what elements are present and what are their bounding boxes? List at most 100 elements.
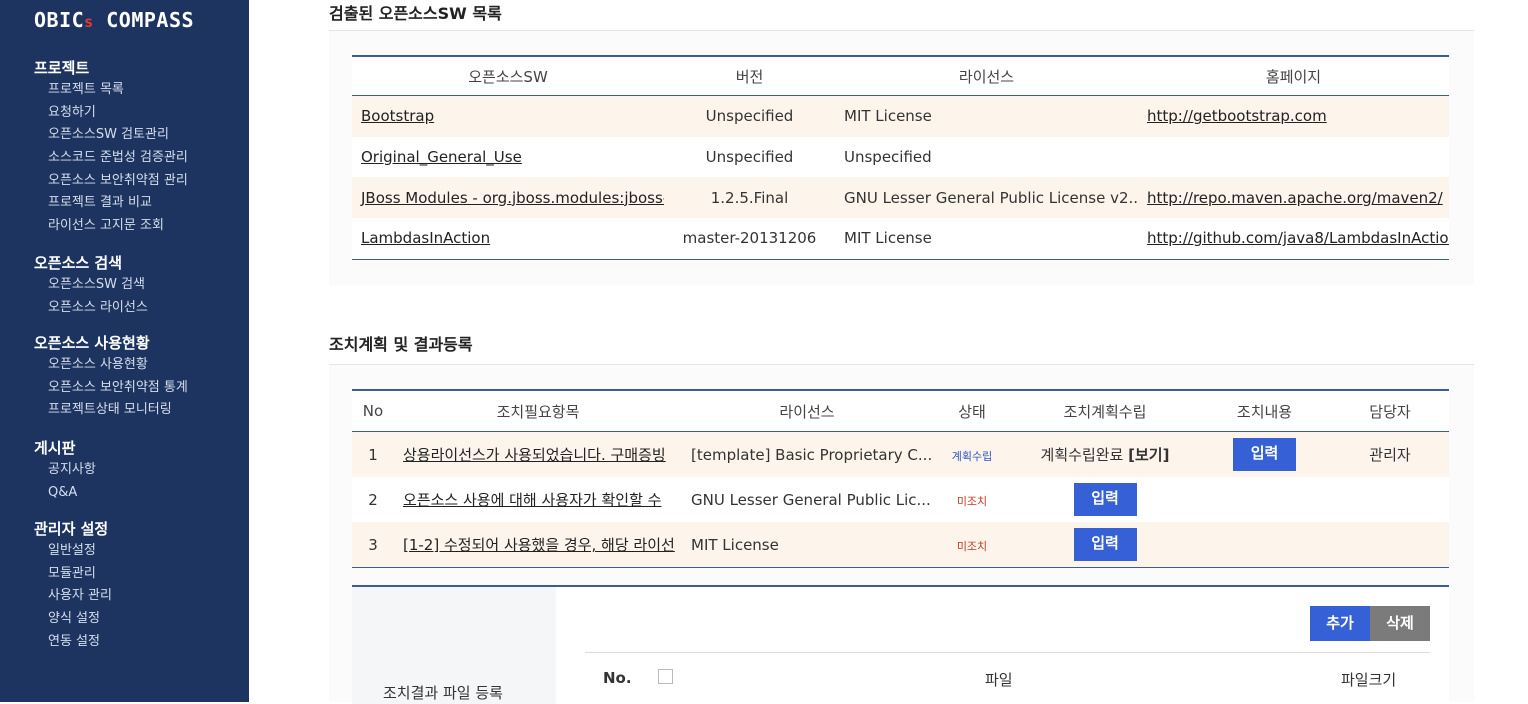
file-list-divider <box>585 652 1430 653</box>
nav-item-project-list[interactable]: 프로젝트 목록 <box>34 79 188 102</box>
nav-section-admin: 관리자 설정 일반설정 모듈관리 사용자 관리 양식 설정 연동 설정 <box>34 518 112 653</box>
nav-item-general-settings[interactable]: 일반설정 <box>34 540 112 563</box>
add-file-button[interactable]: 추가 <box>1310 606 1370 641</box>
action-item-link[interactable]: 상용라이선스가 사용되었습니다. 구매증빙 <box>403 446 666 464</box>
homepage-cell <box>1138 136 1449 178</box>
logo-text-left: OBIC <box>34 8 85 32</box>
result-file-upload: 조치결과 파일 등록 추가 삭제 No. 파일 파일크기 <box>352 585 1449 704</box>
nav-item-oss-license[interactable]: 오픈소스 라이선스 <box>34 297 148 320</box>
plan-status-text: 계획수립완료 <box>1040 446 1124 464</box>
logo-text-right: COMPASS <box>93 8 195 32</box>
upload-label-cell: 조치결과 파일 등록 <box>352 587 556 704</box>
action-item-link[interactable]: [1-2] 수정되어 사용했을 경우, 해당 라이선 <box>403 536 675 554</box>
status-badge: 미조치 <box>956 539 988 553</box>
nav-item-form-settings[interactable]: 양식 설정 <box>34 608 112 631</box>
col-header-owner: 담당자 <box>1331 389 1449 432</box>
homepage-link[interactable]: http://getbootstrap.com <box>1147 107 1327 125</box>
license-cell: MIT License <box>835 95 1138 137</box>
sidebar: OBICs COMPASS 프로젝트 프로젝트 목록 요청하기 오픈소스SW 검… <box>0 0 249 702</box>
file-button-group: 추가 삭제 <box>1310 606 1430 641</box>
nav-section-board: 게시판 공지사항 Q&A <box>34 437 96 504</box>
oss-name-cell: JBoss Modules - org.jboss.modules:jboss-… <box>352 177 664 219</box>
nav-item-oss-sw-search[interactable]: 오픈소스SW 검색 <box>34 274 148 297</box>
plan-cell: 계획수립완료 [보기] <box>1012 431 1198 477</box>
nav-item-request[interactable]: 요청하기 <box>34 102 188 125</box>
version-cell: master-20131206 <box>664 218 835 260</box>
nav-item-qna[interactable]: Q&A <box>34 482 96 505</box>
plan-cell: 입력 <box>1012 477 1198 522</box>
col-header-content: 조치내용 <box>1198 389 1331 432</box>
owner-cell <box>1331 522 1449 568</box>
table-header-row: 오픈소스SW 버전 라이선스 홈페이지 <box>352 55 1449 96</box>
table-row: 3 [1-2] 수정되어 사용했을 경우, 해당 라이선 MIT License… <box>352 522 1449 568</box>
nav-item-oss-review[interactable]: 오픈소스SW 검토관리 <box>34 124 188 147</box>
table-row: 2 오픈소스 사용에 대해 사용자가 확인할 수 GNU Lesser Gene… <box>352 477 1449 522</box>
detected-oss-title: 검출된 오픈소스SW 목록 <box>329 4 502 23</box>
col-header-license[interactable]: 라이선스 <box>835 55 1138 96</box>
col-header-version[interactable]: 버전 <box>664 55 835 96</box>
row-number: 1 <box>352 431 394 477</box>
nav-item-vulnerability-stats[interactable]: 오픈소스 보안취약점 통계 <box>34 377 188 400</box>
license-cell: MIT License <box>682 522 932 568</box>
homepage-link[interactable]: http://github.com/java8/LambdasInAction <box>1147 229 1449 247</box>
oss-name-link[interactable]: JBoss Modules - org.jboss.modules:jboss-… <box>361 189 664 207</box>
col-header-homepage[interactable]: 홈페이지 <box>1138 55 1449 96</box>
action-item-link[interactable]: 오픈소스 사용에 대해 사용자가 확인할 수 <box>403 491 661 509</box>
version-cell: Unspecified <box>664 95 835 137</box>
status-badge: 미조치 <box>956 494 988 508</box>
license-cell: [template] Basic Proprietary C... <box>682 431 932 477</box>
nav-title-oss-search[interactable]: 오픈소스 검색 <box>34 252 148 274</box>
col-header-no: No <box>352 389 394 432</box>
nav-item-integration-settings[interactable]: 연동 설정 <box>34 631 112 654</box>
nav-title-board[interactable]: 게시판 <box>34 437 96 459</box>
nav-item-result-compare[interactable]: 프로젝트 결과 비교 <box>34 192 188 215</box>
oss-name-link[interactable]: Bootstrap <box>361 107 434 125</box>
homepage-link[interactable]: http://repo.maven.apache.org/maven2/ <box>1147 189 1443 207</box>
table-row: Original_General_Use Unspecified Unspeci… <box>352 136 1449 178</box>
nav-item-oss-usage[interactable]: 오픈소스 사용현황 <box>34 354 188 377</box>
nav-item-license-notice[interactable]: 라이선스 고지문 조회 <box>34 215 188 238</box>
content-input-button[interactable]: 입력 <box>1233 438 1296 471</box>
nav-item-source-compliance[interactable]: 소스코드 준법성 검증관리 <box>34 147 188 170</box>
homepage-cell: http://getbootstrap.com <box>1138 95 1449 137</box>
file-col-file: 파일 <box>985 671 1013 689</box>
col-header-license: 라이선스 <box>682 389 932 432</box>
nav-item-vulnerability-mgmt[interactable]: 오픈소스 보안취약점 관리 <box>34 170 188 193</box>
plan-input-button[interactable]: 입력 <box>1073 483 1137 516</box>
owner-cell <box>1331 477 1449 522</box>
nav-item-project-monitoring[interactable]: 프로젝트상태 모니터링 <box>34 399 188 422</box>
col-header-action-item: 조치필요항목 <box>394 389 682 432</box>
nav-item-notice[interactable]: 공지사항 <box>34 459 96 482</box>
nav-item-user-mgmt[interactable]: 사용자 관리 <box>34 585 112 608</box>
oss-name-link[interactable]: Original_General_Use <box>361 148 522 166</box>
version-cell: 1.2.5.Final <box>664 177 835 219</box>
nav-title-admin[interactable]: 관리자 설정 <box>34 518 112 540</box>
content-cell <box>1198 477 1331 522</box>
detected-oss-table: 오픈소스SW 버전 라이선스 홈페이지 Bootstrap Unspecifie… <box>352 55 1449 260</box>
table-header-row: No 조치필요항목 라이선스 상태 조치계획수립 조치내용 담당자 <box>352 389 1449 432</box>
nav-section-oss-usage: 오픈소스 사용현황 오픈소스 사용현황 오픈소스 보안취약점 통계 프로젝트상태… <box>34 332 188 422</box>
license-cell: MIT License <box>835 218 1138 260</box>
oss-name-link[interactable]: LambdasInAction <box>361 229 490 247</box>
oss-name-cell: Bootstrap <box>352 95 664 137</box>
status-cell: 미조치 <box>932 522 1012 568</box>
select-all-checkbox[interactable] <box>658 669 673 684</box>
oss-name-cell: LambdasInAction <box>352 218 664 260</box>
col-header-oss[interactable]: 오픈소스SW <box>352 55 664 96</box>
owner-cell: 관리자 <box>1331 431 1449 477</box>
nav-section-project: 프로젝트 프로젝트 목록 요청하기 오픈소스SW 검토관리 소스코드 준법성 검… <box>34 57 188 238</box>
plan-input-button[interactable]: 입력 <box>1073 528 1137 561</box>
row-number: 3 <box>352 522 394 568</box>
nav-title-oss-usage[interactable]: 오픈소스 사용현황 <box>34 332 188 354</box>
content-cell <box>1198 522 1331 568</box>
nav-title-project[interactable]: 프로젝트 <box>34 57 188 79</box>
app-logo[interactable]: OBICs COMPASS <box>34 8 194 32</box>
action-item-cell: 오픈소스 사용에 대해 사용자가 확인할 수 <box>394 477 682 522</box>
plan-view-link[interactable]: [보기] <box>1128 446 1169 464</box>
plan-cell: 입력 <box>1012 522 1198 568</box>
delete-file-button[interactable]: 삭제 <box>1370 606 1430 641</box>
table-row: 1 상용라이선스가 사용되었습니다. 구매증빙 [template] Basic… <box>352 431 1449 477</box>
action-plan-title: 조치계획 및 결과등록 <box>329 335 473 354</box>
nav-item-module-mgmt[interactable]: 모듈관리 <box>34 563 112 586</box>
license-cell: GNU Lesser General Public License v2.... <box>835 177 1138 219</box>
